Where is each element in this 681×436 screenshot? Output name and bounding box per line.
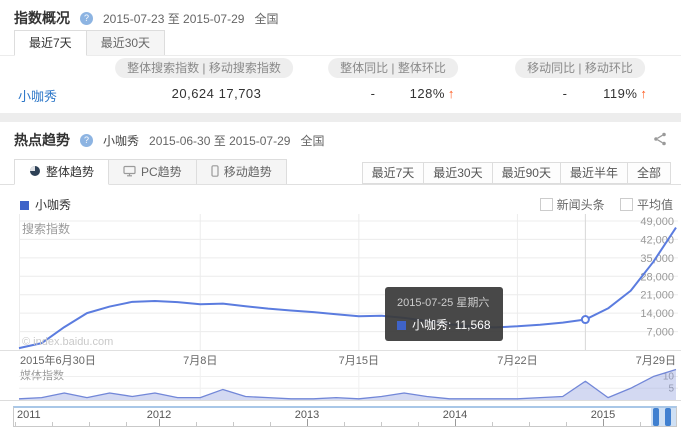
legend-series-label: 小咖秀: [35, 198, 71, 212]
overview-header: 指数概况 ? 2015-07-23 至 2015-07-29 全国: [14, 8, 278, 28]
tooltip-series-label: 小咖秀:: [412, 318, 451, 332]
timeline-right-handle[interactable]: [665, 408, 671, 426]
column-group-mobile-compare: 移动同比 | 移动环比: [515, 58, 645, 78]
media-index-chart[interactable]: 105: [0, 364, 681, 404]
overall-mom-percent: 128%: [410, 86, 445, 101]
overall-search-index-value: 20,624: [172, 86, 215, 101]
timeline-major-tick: [307, 419, 308, 426]
range-button-90days[interactable]: 最近90天: [492, 162, 561, 184]
range-button-30days[interactable]: 最近30天: [423, 162, 492, 184]
index-overview-card: 指数概况 ? 2015-07-23 至 2015-07-29 全国 最近7天 最…: [0, 0, 681, 113]
up-arrow-icon: ↑: [640, 86, 647, 101]
checkbox-icon: [620, 198, 633, 211]
trend-header: 热点趋势 ? 小咖秀 2015-06-30 至 2015-07-29 全国: [14, 130, 324, 150]
y-tick-label: 21,000: [640, 290, 674, 302]
y-tick-label: 14,000: [640, 308, 674, 320]
timeline-slider[interactable]: 20112012201320142015: [13, 406, 677, 427]
timeline-major-tick: [159, 419, 160, 426]
timeline-left-handle[interactable]: [653, 408, 659, 426]
y-tick-label: 7,000: [646, 327, 674, 339]
trend-title: 热点趋势: [14, 130, 70, 150]
overview-region: 全国: [254, 10, 278, 27]
watermark: © index.baidu.com: [22, 336, 113, 348]
up-arrow-icon: ↑: [448, 86, 455, 101]
range-button-7days[interactable]: 最近7天: [362, 162, 425, 184]
hot-trends-card: 热点趋势 ? 小咖秀 2015-06-30 至 2015-07-29 全国 整体…: [0, 122, 681, 436]
chart-legend: 小咖秀: [20, 196, 71, 213]
share-icon[interactable]: [653, 132, 667, 151]
tab-mobile-trend-label: 移动趋势: [224, 165, 272, 179]
tooltip-color-swatch: [397, 321, 406, 330]
tab-pc-trend-label: PC趋势: [141, 165, 182, 179]
help-icon[interactable]: ?: [80, 134, 93, 147]
tab-last-30-days[interactable]: 最近30天: [86, 30, 165, 56]
mobile-mom-value: 119%↑: [603, 86, 647, 101]
checkbox-icon: [540, 198, 553, 211]
tab-last-7-days[interactable]: 最近7天: [14, 30, 87, 56]
trend-date-range: 2015-06-30 至 2015-07-29: [149, 132, 290, 149]
news-headlines-label: 新闻头条: [557, 198, 605, 212]
timeline-ticks: [14, 422, 676, 426]
timeline-major-tick: [455, 419, 456, 426]
time-range-buttons: 最近7天 最近30天 最近90天 最近半年 全部: [363, 162, 671, 184]
media-index-area: [19, 370, 676, 400]
tooltip-date: 2015-07-25 星期六: [397, 294, 491, 310]
mobile-search-index-value: 17,703: [219, 86, 262, 101]
search-index-line: [19, 228, 676, 349]
average-checkbox[interactable]: 平均值: [620, 198, 673, 212]
range-button-halfyear[interactable]: 最近半年: [560, 162, 628, 184]
overall-yoy-value: -: [371, 86, 376, 101]
pc-monitor-icon: [123, 161, 136, 185]
overview-tabs: 最近7天 最近30天: [14, 30, 165, 56]
trend-keyword: 小咖秀: [103, 132, 139, 149]
range-button-all[interactable]: 全部: [627, 162, 671, 184]
tab-mobile-trend[interactable]: 移动趋势: [196, 159, 287, 185]
news-headlines-checkbox[interactable]: 新闻头条: [540, 198, 605, 212]
search-index-chart[interactable]: 49,00042,00035,00028,00021,00014,0007,00…: [0, 212, 681, 352]
timeline-major-tick: [603, 419, 604, 426]
tab-overall-trend-label: 整体趋势: [46, 165, 94, 179]
average-label: 平均值: [637, 198, 673, 212]
mobile-yoy-value: -: [563, 86, 568, 101]
tabs-divider: [0, 55, 681, 56]
mobile-phone-icon: [211, 161, 219, 185]
baidu-index-page: 指数概况 ? 2015-07-23 至 2015-07-29 全国 最近7天 最…: [0, 0, 681, 436]
overall-trend-icon: [29, 161, 41, 185]
overall-mom-value: 128%↑: [410, 86, 455, 101]
trend-tabs: 整体趋势 PC趋势 移动趋势: [14, 159, 287, 185]
chart-tooltip: 2015-07-25 星期六 小咖秀: 11,568: [385, 287, 503, 341]
tab-overall-trend[interactable]: 整体趋势: [14, 159, 109, 185]
legend-color-swatch: [20, 201, 29, 210]
overlay-options: 新闻头条 平均值: [528, 196, 673, 213]
overview-date-range: 2015-07-23 至 2015-07-29: [103, 10, 244, 27]
tooltip-value: 11,568: [455, 318, 491, 332]
y-tick-label: 49,000: [640, 216, 674, 228]
timeline-year-label: 2011: [17, 409, 41, 421]
column-group-overall-compare: 整体同比 | 整体环比: [328, 58, 458, 78]
tab-pc-trend[interactable]: PC趋势: [108, 159, 197, 185]
column-group-search-index: 整体搜索指数 | 移动搜索指数: [115, 58, 293, 78]
hover-point-marker: [582, 316, 589, 323]
y-tick-label: 42,000: [640, 234, 674, 246]
overview-title: 指数概况: [14, 8, 70, 28]
help-icon[interactable]: ?: [80, 12, 93, 25]
trend-region: 全国: [300, 132, 324, 149]
keyword-link[interactable]: 小咖秀: [18, 86, 57, 105]
mobile-mom-percent: 119%: [603, 86, 637, 101]
